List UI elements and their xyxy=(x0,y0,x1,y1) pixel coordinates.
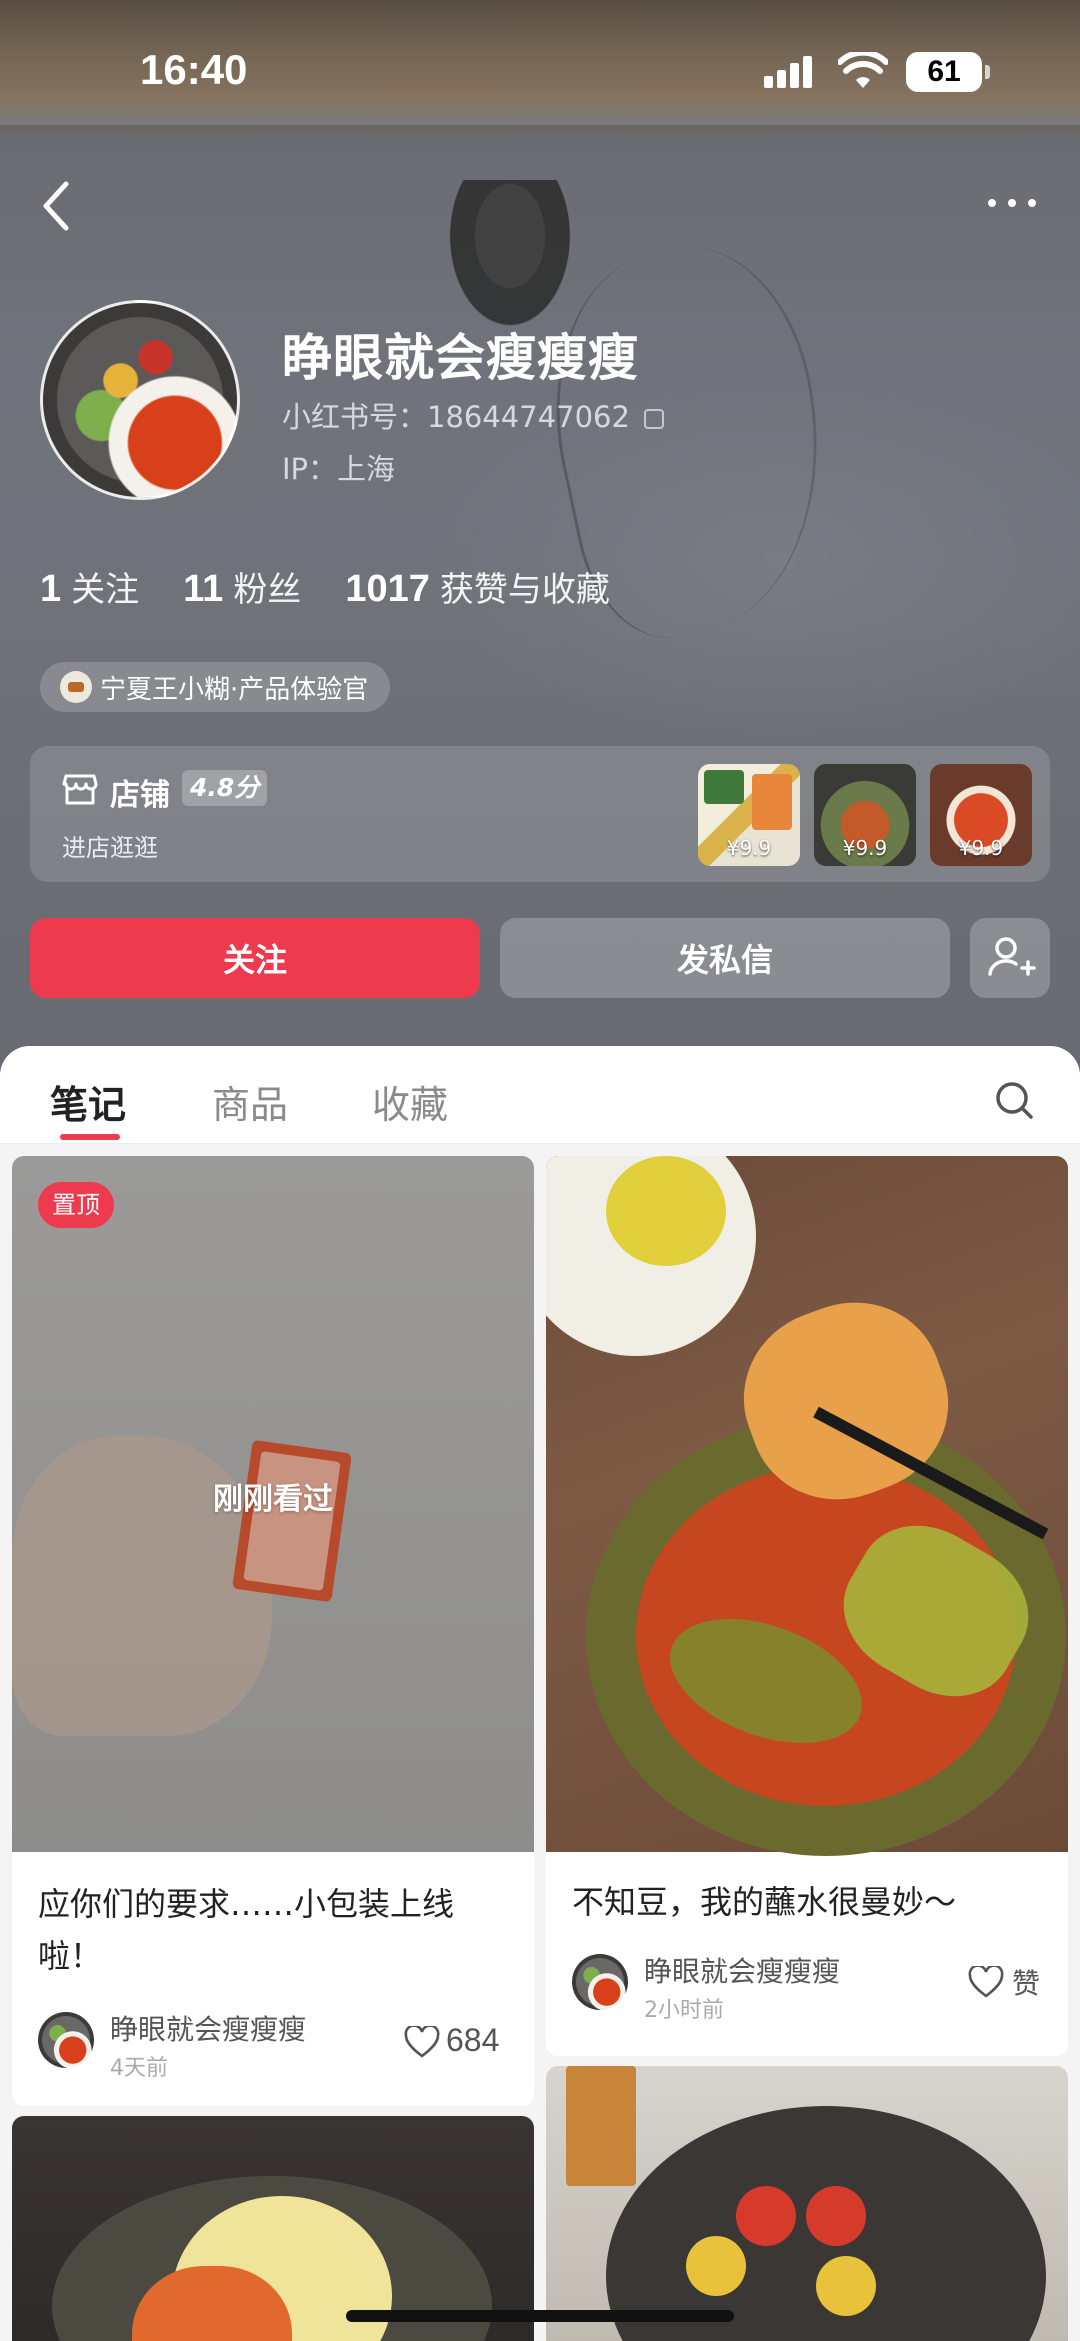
more-icon[interactable] xyxy=(986,196,1038,210)
profile-name: 睁眼就会瘦瘦瘦 xyxy=(282,329,639,387)
back-icon[interactable] xyxy=(36,178,80,234)
product-price: ¥9.9 xyxy=(842,836,888,860)
product-price: ¥9.9 xyxy=(958,836,1004,860)
profile-id: 小红书号：18644747062 xyxy=(282,400,630,434)
note-time: 2小时前 xyxy=(644,1998,724,2023)
note-title: 应你们的要求……小包装上线啦！ xyxy=(38,1885,455,1975)
note-card[interactable] xyxy=(12,2116,534,2341)
stat-following[interactable]: 1 关注 xyxy=(40,562,139,611)
add-friend-icon xyxy=(988,937,1036,976)
tab-notes[interactable]: 笔记 xyxy=(50,1074,126,1129)
copy-icon[interactable] xyxy=(643,409,664,429)
author-avatar[interactable] xyxy=(572,1954,628,2010)
recently-viewed-label: 刚刚看过 xyxy=(213,1482,333,1517)
stat-followers-label: 粉丝 xyxy=(233,570,302,610)
stat-followers-value: 11 xyxy=(183,568,224,610)
product-price: ¥9.9 xyxy=(726,836,772,860)
signal-icon xyxy=(764,56,812,88)
note-image xyxy=(546,1156,1068,1856)
stat-likes[interactable]: 1017 获赞与收藏 xyxy=(345,562,610,611)
profile-id-row: 小红书号：18644747062 xyxy=(282,394,664,436)
heart-icon[interactable] xyxy=(404,2026,440,2058)
note-card[interactable]: 置顶 刚刚看过 应你们的要求……小包装上线啦！ 睁眼就会瘦瘦瘦 4天前 684 xyxy=(12,1156,534,2106)
brand-badge-label: 宁夏王小糊·产品体验官 xyxy=(100,674,369,705)
message-button[interactable]: 发私信 xyxy=(500,918,950,998)
stat-followers[interactable]: 11 粉丝 xyxy=(183,562,301,611)
pinned-badge: 置顶 xyxy=(38,1182,114,1228)
follow-button[interactable]: 关注 xyxy=(30,918,480,998)
store-rating: 4.8分 xyxy=(182,770,268,806)
product-thumb[interactable]: ¥9.9 xyxy=(698,764,800,866)
like-count: 684 xyxy=(446,2022,500,2058)
wifi-icon xyxy=(838,52,888,88)
search-icon[interactable] xyxy=(994,1080,1034,1120)
tab-favorites[interactable]: 收藏 xyxy=(372,1074,448,1129)
brand-logo xyxy=(60,671,92,703)
heart-icon[interactable] xyxy=(968,1966,1004,1998)
tab-active-indicator xyxy=(60,1134,120,1140)
product-thumb[interactable]: ¥9.9 xyxy=(930,764,1032,866)
profile-ip: IP：上海 xyxy=(282,452,396,486)
like-label: 赞 xyxy=(1012,1968,1041,1999)
note-image xyxy=(546,2066,1068,2341)
brand-badge[interactable]: 宁夏王小糊·产品体验官 xyxy=(40,662,391,712)
author-name[interactable]: 睁眼就会瘦瘦瘦 xyxy=(110,2008,306,2048)
status-time: 16:40 xyxy=(140,46,248,93)
tabs-bar: 笔记 商品 收藏 xyxy=(0,1046,1080,1144)
note-image xyxy=(12,2116,534,2341)
note-card[interactable] xyxy=(546,2066,1068,2341)
store-subtitle[interactable]: 进店逛逛 xyxy=(62,828,158,863)
store-title: 店铺 xyxy=(110,778,170,813)
store-card[interactable]: 店铺 4.8分 进店逛逛 ¥9.9 ¥9.9 ¥9.9 xyxy=(30,746,1050,882)
note-title: 不知豆，我的蘸水很曼妙～ xyxy=(572,1883,957,1921)
profile-stats: 1 关注 11 粉丝 1017 获赞与收藏 xyxy=(40,562,610,611)
profile-avatar[interactable] xyxy=(40,300,240,500)
author-avatar[interactable] xyxy=(38,2012,94,2068)
tab-products[interactable]: 商品 xyxy=(212,1074,288,1129)
store-icon xyxy=(62,774,98,805)
author-name[interactable]: 睁眼就会瘦瘦瘦 xyxy=(644,1950,840,1990)
home-indicator xyxy=(346,2310,734,2322)
stat-likes-label: 获赞与收藏 xyxy=(439,570,610,610)
battery-icon: 61 xyxy=(906,52,990,92)
add-friend-button[interactable] xyxy=(970,918,1050,998)
note-card[interactable]: 不知豆，我的蘸水很曼妙～ 睁眼就会瘦瘦瘦 2小时前 赞 xyxy=(546,1156,1068,2056)
stat-following-label: 关注 xyxy=(71,570,140,610)
stat-likes-value: 1017 xyxy=(345,568,430,610)
store-products: ¥9.9 ¥9.9 ¥9.9 xyxy=(698,764,1032,866)
product-thumb[interactable]: ¥9.9 xyxy=(814,764,916,866)
background-figure xyxy=(440,180,580,340)
stat-following-value: 1 xyxy=(40,568,62,610)
status-bar: 16:40 61 xyxy=(0,0,1080,140)
note-time: 4天前 xyxy=(110,2056,168,2081)
content-sheet: 笔记 商品 收藏 置顶 刚刚看过 应你们的要求……小包装上线啦！ 睁眼就会瘦瘦瘦… xyxy=(0,1046,1080,2341)
